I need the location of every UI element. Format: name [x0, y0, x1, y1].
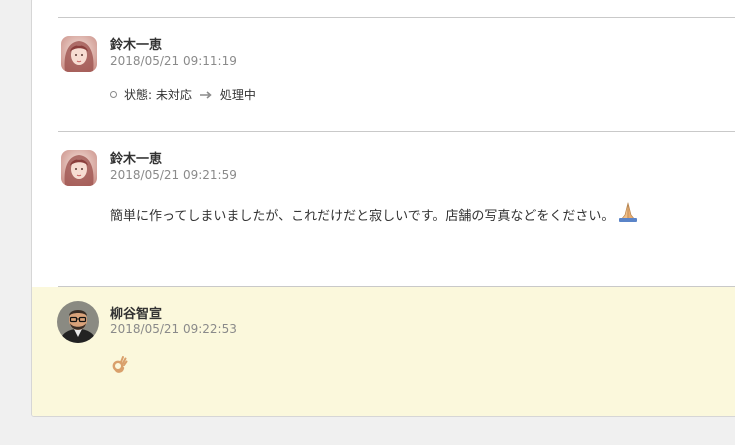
- ok-hand-icon: [110, 355, 128, 377]
- folded-hands-icon: [617, 202, 639, 226]
- avatar[interactable]: [61, 36, 97, 72]
- comment-divider: [58, 17, 735, 18]
- comment-message: [110, 355, 128, 377]
- comment-author[interactable]: 鈴木一恵: [110, 34, 162, 53]
- arrow-right-icon: [199, 90, 212, 99]
- comment-author[interactable]: 鈴木一恵: [110, 148, 162, 167]
- comment-text: 簡単に作ってしまいましたが、これだけだと寂しいです。店舗の写真などをください。: [110, 208, 615, 224]
- comment-timestamp: 2018/05/21 09:21:59: [110, 168, 237, 182]
- comment-divider: [58, 131, 735, 132]
- avatar[interactable]: [61, 150, 97, 186]
- comment-timestamp: 2018/05/21 09:22:53: [110, 322, 237, 336]
- comment-author[interactable]: 柳谷智宣: [110, 303, 162, 322]
- status-from: 状態: 未対応: [124, 88, 192, 102]
- status-to: 処理中: [219, 88, 256, 102]
- comment-message: 簡単に作ってしまいましたが、これだけだと寂しいです。店舗の写真などをください。: [110, 202, 639, 226]
- comment-timestamp: 2018/05/21 09:11:19: [110, 54, 237, 68]
- avatar[interactable]: [57, 301, 99, 343]
- status-dot-icon: [110, 91, 117, 98]
- comment-thread-panel: 鈴木一恵 2018/05/21 09:11:19 状態: 未対応 処理中 鈴木一…: [31, 0, 735, 417]
- status-change: 状態: 未対応 処理中: [110, 86, 256, 103]
